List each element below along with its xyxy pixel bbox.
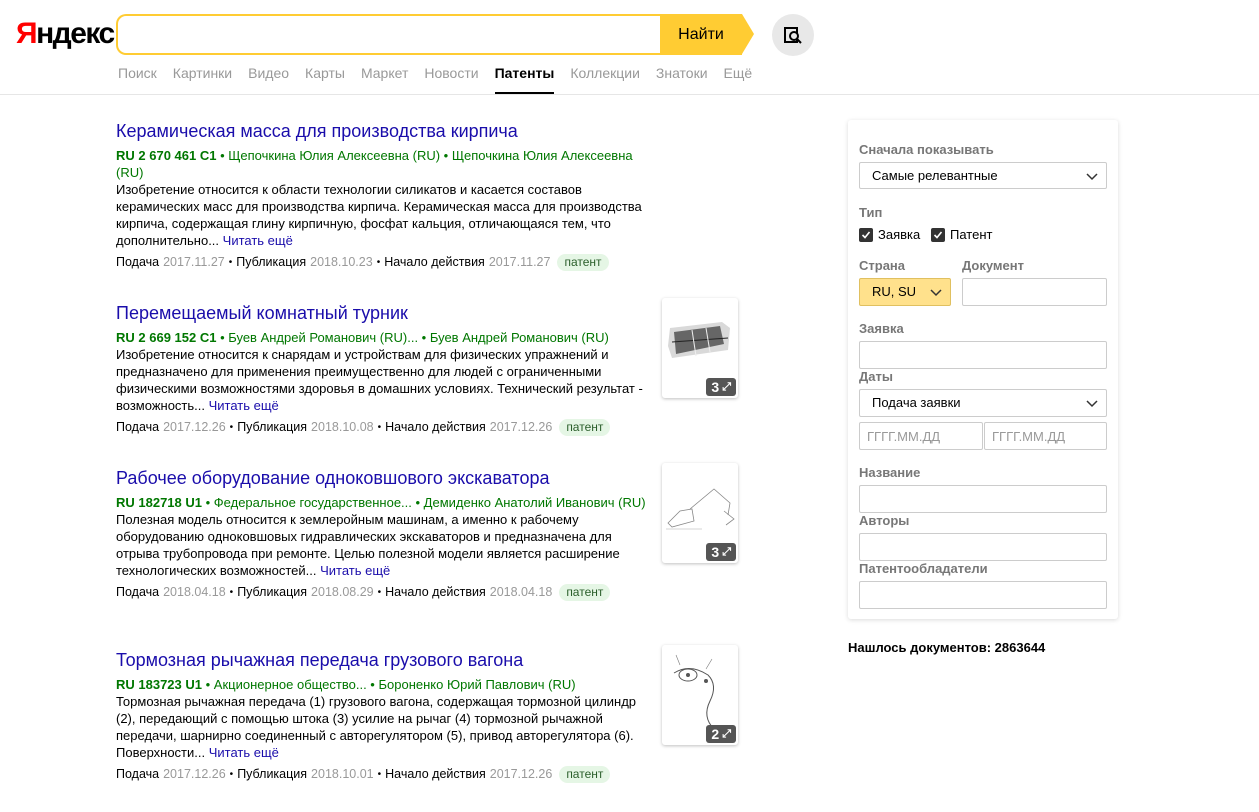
nav-news[interactable]: Новости (424, 64, 478, 94)
image-count: 2 ⤢ (706, 725, 736, 743)
authors-label: Авторы (859, 513, 910, 528)
document-label: Документ (962, 258, 1024, 273)
chevron-down-icon (1086, 400, 1098, 408)
patent-number[interactable]: RU 2 669 152 C1 (116, 330, 216, 345)
application-label: Заявка (859, 321, 904, 336)
checkbox-checked-icon (859, 227, 873, 242)
result-snippet: Изобретение относится к области технолог… (116, 182, 642, 248)
result-meta: RU 182718 U1 • Федеральное государственн… (116, 494, 646, 511)
result-item: Тормозная рычажная передача грузового ва… (116, 645, 746, 812)
nav-maps[interactable]: Карты (305, 64, 345, 94)
dates-select[interactable]: Подача заявки (859, 389, 1107, 417)
result-meta: RU 183723 U1 • Акционерное общество... •… (116, 676, 646, 693)
result-meta: RU 2 670 461 C1 • Щепочкина Юлия Алексее… (116, 147, 646, 181)
result-item: Рабочее оборудование одноковшового экска… (116, 463, 746, 647)
date-from-input[interactable] (859, 422, 983, 450)
image-count: 3 ⤢ (706, 543, 736, 561)
expand-icon: ⤢ (722, 545, 731, 558)
nav-images[interactable]: Картинки (173, 64, 232, 94)
checkbox-checked-icon (931, 227, 945, 242)
authors-input[interactable] (859, 533, 1107, 561)
read-more-link[interactable]: Читать ещё (320, 563, 390, 578)
nav-video[interactable]: Видео (248, 64, 289, 94)
result-dates: Подача 2017.11.27 • Публикация 2018.10.23 • … (116, 254, 646, 271)
result-authors: • Акционерное общество... • Бороненко Юр… (202, 677, 576, 692)
filter-panel: Сначала показывать Самые релевантные Тип… (848, 120, 1118, 619)
results-list: Керамическая масса для производства кирп… (116, 118, 746, 812)
result-item: Перемещаемый комнатный турник RU 2 669 1… (116, 298, 746, 465)
found-count: Нашлось документов: 2863644 (848, 640, 1046, 655)
status-badge: патент (557, 254, 609, 271)
type-patent-checkbox[interactable]: Патент (931, 227, 992, 242)
result-authors: • Федеральное государственное... • Демид… (202, 495, 646, 510)
country-select[interactable]: RU, SU (859, 278, 951, 306)
service-nav: Поиск Картинки Видео Карты Маркет Новост… (118, 64, 752, 94)
type-label: Тип (859, 205, 883, 220)
country-label: Страна (859, 258, 906, 273)
result-snippet: Изобретение относится к снарядам и устро… (116, 347, 643, 413)
result-item: Керамическая масса для производства кирп… (116, 118, 646, 300)
sort-label: Сначала показывать (859, 142, 994, 157)
patent-thumbnail[interactable]: 3 ⤢ (662, 463, 738, 563)
patent-number[interactable]: RU 182718 U1 (116, 495, 202, 510)
header: Яндекс Найти Поиск Картинки Видео Карты … (0, 0, 1259, 95)
search-input[interactable] (118, 16, 662, 53)
dates-label: Даты (859, 369, 893, 384)
holders-label: Патентообладатели (859, 561, 988, 576)
patent-thumbnail[interactable]: 3 ⤢ (662, 298, 738, 398)
read-more-link[interactable]: Читать ещё (209, 745, 279, 760)
image-count: 3 ⤢ (706, 378, 736, 396)
read-more-link[interactable]: Читать ещё (209, 398, 279, 413)
nav-search[interactable]: Поиск (118, 64, 157, 94)
result-title[interactable]: Рабочее оборудование одноковшового экска… (116, 465, 646, 491)
status-badge: патент (559, 766, 611, 783)
result-dates: Подача 2017.12.26 • Публикация 2018.10.08 • … (116, 419, 646, 436)
patent-number[interactable]: RU 183723 U1 (116, 677, 202, 692)
result-title[interactable]: Тормозная рычажная передача грузового ва… (116, 647, 646, 673)
application-input[interactable] (859, 341, 1107, 369)
expand-icon: ⤢ (722, 727, 731, 740)
name-label: Название (859, 465, 921, 480)
patent-search-button[interactable] (772, 14, 814, 56)
result-title[interactable]: Перемещаемый комнатный турник (116, 300, 646, 326)
patent-number[interactable]: RU 2 670 461 C1 (116, 148, 216, 163)
result-title[interactable]: Керамическая масса для производства кирп… (116, 118, 646, 144)
nav-collections[interactable]: Коллекции (570, 64, 640, 94)
document-input[interactable] (962, 278, 1107, 306)
result-authors: • Буев Андрей Романович (RU)... • Буев А… (216, 330, 609, 345)
holders-input[interactable] (859, 581, 1107, 609)
patent-thumbnail[interactable]: 2 ⤢ (662, 645, 738, 745)
result-dates: Подача 2018.04.18 • Публикация 2018.08.29 • … (116, 584, 646, 601)
date-to-input[interactable] (984, 422, 1107, 450)
type-application-checkbox[interactable]: Заявка (859, 227, 920, 242)
document-search-icon (784, 27, 802, 44)
result-snippet: Полезная модель относится к землеройным … (116, 512, 620, 578)
status-badge: патент (559, 419, 611, 436)
name-input[interactable] (859, 485, 1107, 513)
search-button-arrow (742, 14, 754, 54)
result-meta: RU 2 669 152 C1 • Буев Андрей Романович … (116, 329, 646, 346)
status-badge: патент (559, 584, 611, 601)
search-box (116, 14, 662, 55)
nav-more[interactable]: Ещё (724, 64, 753, 94)
nav-experts[interactable]: Знатоки (656, 64, 708, 94)
expand-icon: ⤢ (722, 380, 731, 393)
chevron-down-icon (1086, 173, 1098, 181)
yandex-logo[interactable]: Яндекс (16, 14, 115, 54)
chevron-down-icon (930, 289, 942, 297)
sort-select[interactable]: Самые релевантные (859, 162, 1107, 189)
read-more-link[interactable]: Читать ещё (223, 233, 293, 248)
nav-market[interactable]: Маркет (361, 64, 408, 94)
result-snippet: Тормозная рычажная передача (1) грузовог… (116, 694, 637, 760)
search-button[interactable]: Найти (660, 14, 742, 55)
nav-patents[interactable]: Патенты (494, 64, 554, 94)
result-dates: Подача 2017.12.26 • Публикация 2018.10.01 • … (116, 766, 646, 783)
